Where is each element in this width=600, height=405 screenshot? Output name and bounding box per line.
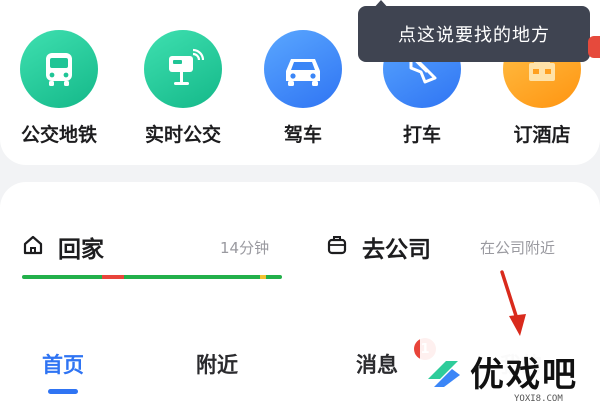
home-eta: 14分钟 (220, 239, 270, 257)
bus-icon (20, 30, 98, 108)
traffic-segment (124, 275, 260, 279)
work-note: 在公司附近 (480, 239, 556, 257)
service-label: 打车 (402, 124, 441, 146)
service-realtime-bus[interactable]: 实时公交 (133, 30, 233, 150)
tab-nearby[interactable]: 附近 (196, 349, 238, 379)
traffic-segment (102, 275, 124, 279)
tab-home[interactable]: 首页 (42, 349, 84, 379)
service-label: 公交地铁 (20, 124, 97, 146)
car-icon (264, 30, 342, 108)
work-title: 去公司 (362, 237, 431, 263)
watermark-logo-icon (428, 360, 460, 387)
search-hint-tooltip[interactable]: 点这说要找的地方 (358, 6, 590, 62)
quick-services-panel: 公交地铁 实时公交 驾车 打车 订酒店 点这说要找的地方 (0, 0, 600, 165)
traffic-status-bar (22, 275, 282, 279)
route-work[interactable]: 去公司 (326, 230, 431, 264)
side-tab-icon[interactable] (588, 36, 600, 58)
traffic-segment (22, 275, 102, 279)
watermark-url: YOXI8.COM (514, 394, 563, 404)
active-tab-indicator (48, 389, 78, 394)
watermark: 优戏吧 (420, 338, 600, 405)
watermark-brand: 优戏吧 (470, 355, 578, 395)
bus-stop-sign-icon (144, 30, 222, 108)
service-label: 实时公交 (144, 124, 221, 146)
home-icon (22, 234, 44, 260)
service-label: 订酒店 (513, 124, 571, 146)
tooltip-text: 点这说要找的地方 (398, 25, 550, 46)
route-home[interactable]: 回家 (22, 230, 104, 264)
traffic-segment (266, 275, 282, 279)
home-title: 回家 (58, 237, 104, 263)
service-drive[interactable]: 驾车 (253, 30, 353, 150)
service-label: 驾车 (283, 124, 322, 146)
tab-messages[interactable]: 消息 (356, 349, 398, 379)
briefcase-icon (326, 234, 348, 260)
annotation-arrow-icon (500, 270, 526, 336)
service-transit[interactable]: 公交地铁 (9, 30, 109, 150)
